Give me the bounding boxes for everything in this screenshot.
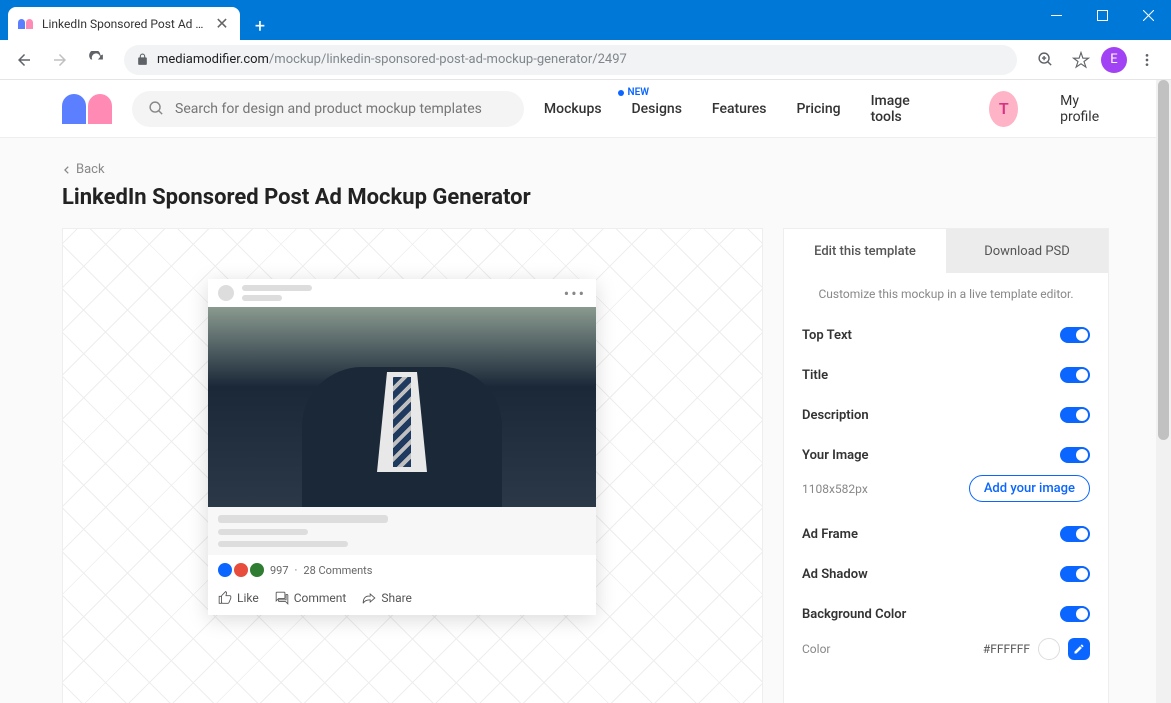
url-text: mediamodifier.com/mockup/linkedin-sponso… [157, 52, 1005, 67]
maximize-button[interactable] [1079, 0, 1125, 30]
placeholder-avatar [218, 285, 234, 301]
minimize-button[interactable] [1033, 0, 1079, 30]
toggle-bg-color[interactable] [1060, 606, 1090, 622]
tab-edit-template[interactable]: Edit this template [784, 229, 946, 273]
back-link[interactable]: Back [62, 162, 1109, 177]
comment-count: 28 Comments [303, 564, 372, 577]
love-reaction-icon [234, 563, 248, 577]
user-avatar[interactable]: T [989, 91, 1018, 127]
linkedin-post-mockup: ••• 997 [208, 279, 596, 615]
search-box[interactable] [132, 91, 524, 127]
toggle-ad-frame[interactable] [1060, 526, 1090, 542]
comment-icon [275, 591, 289, 605]
placeholder-line [218, 541, 348, 547]
option-your-image: Your Image [802, 448, 869, 463]
nav-image-tools[interactable]: Image tools [871, 93, 930, 125]
toggle-description[interactable] [1060, 407, 1090, 423]
celebrate-reaction-icon [250, 563, 264, 577]
tab-close-icon[interactable]: ✕ [214, 14, 230, 33]
option-ad-frame: Ad Frame [802, 527, 858, 542]
lock-icon [136, 53, 149, 66]
toggle-title[interactable] [1060, 367, 1090, 383]
toggle-ad-shadow[interactable] [1060, 566, 1090, 582]
pencil-icon [1073, 643, 1085, 655]
placeholder-line [218, 529, 308, 535]
reload-button[interactable] [80, 44, 112, 76]
option-bg-color: Background Color [802, 607, 906, 622]
image-size-label: 1108x582px [802, 482, 868, 496]
favicon [18, 16, 34, 32]
toggle-top-text[interactable] [1060, 327, 1090, 343]
add-your-image-button[interactable]: Add your image [969, 475, 1090, 502]
color-label: Color [802, 642, 830, 656]
reaction-count: 997 [270, 564, 289, 577]
nav-pricing[interactable]: Pricing [797, 101, 841, 117]
scrollbar-thumb[interactable] [1158, 80, 1169, 440]
new-badge: NEW [628, 87, 650, 98]
chevron-left-icon [62, 165, 72, 175]
back-button[interactable] [8, 44, 40, 76]
option-description: Description [802, 408, 869, 423]
sidebar-hint: Customize this mockup in a live template… [784, 273, 1108, 315]
thumbs-up-icon [218, 591, 232, 605]
tab-download-psd[interactable]: Download PSD [946, 229, 1108, 273]
share-icon [362, 591, 376, 605]
comment-button: Comment [275, 591, 347, 605]
like-button: Like [218, 591, 259, 605]
new-dot-icon [618, 90, 624, 96]
bookmark-icon[interactable] [1065, 44, 1097, 76]
forward-button[interactable] [44, 44, 76, 76]
editor-sidebar: Edit this template Download PSD Customiz… [783, 228, 1109, 703]
mockup-image [208, 307, 596, 507]
placeholder-line [218, 515, 388, 523]
browser-tab[interactable]: LinkedIn Sponsored Post Ad Moc ✕ [8, 7, 240, 40]
placeholder-line [242, 285, 312, 291]
option-title: Title [802, 368, 828, 383]
new-tab-button[interactable]: + [246, 12, 274, 40]
menu-icon[interactable] [1131, 44, 1163, 76]
like-reaction-icon [218, 563, 232, 577]
placeholder-line [242, 295, 282, 301]
nav-designs[interactable]: NEW Designs [632, 101, 682, 117]
more-icon: ••• [564, 284, 586, 303]
site-logo[interactable] [62, 94, 112, 124]
search-icon [148, 100, 165, 117]
page-title: LinkedIn Sponsored Post Ad Mockup Genera… [62, 185, 1109, 210]
toggle-your-image[interactable] [1060, 447, 1090, 463]
vertical-scrollbar[interactable] [1156, 80, 1171, 703]
search-input[interactable] [175, 101, 508, 117]
nav-mockups[interactable]: Mockups [544, 101, 602, 117]
mockup-canvas: ••• 997 [62, 228, 763, 703]
zoom-icon[interactable] [1029, 44, 1061, 76]
browser-profile-avatar[interactable]: E [1101, 47, 1127, 73]
address-bar[interactable]: mediamodifier.com/mockup/linkedin-sponso… [124, 45, 1017, 75]
share-button: Share [362, 591, 412, 605]
nav-features[interactable]: Features [712, 101, 767, 117]
color-value: #FFFFFF [983, 642, 1030, 656]
color-picker-button[interactable] [1068, 638, 1090, 660]
tab-title: LinkedIn Sponsored Post Ad Moc [42, 17, 206, 31]
my-profile-link[interactable]: My profile [1060, 93, 1109, 125]
close-window-button[interactable] [1125, 0, 1171, 30]
option-ad-shadow: Ad Shadow [802, 567, 868, 582]
color-preview[interactable] [1038, 638, 1060, 660]
option-top-text: Top Text [802, 328, 852, 343]
